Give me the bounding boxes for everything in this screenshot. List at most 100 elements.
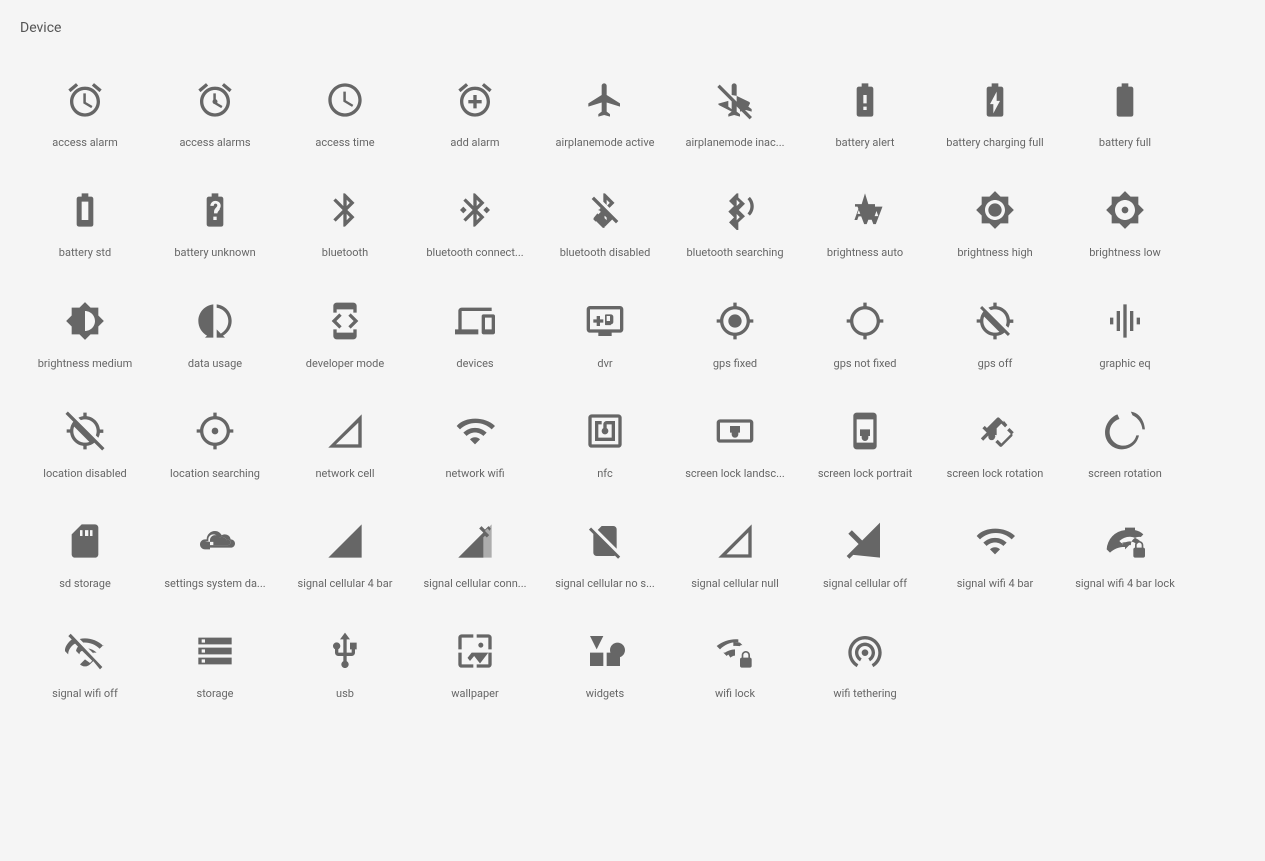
- icon-item-bluetooth-searching: bluetooth searching: [670, 166, 800, 276]
- screen-rotation-icon: [1101, 407, 1149, 455]
- storage-label: storage: [197, 687, 234, 701]
- screen-lock-landscape-label: screen lock landsc...: [685, 467, 785, 481]
- network-cell-label: network cell: [315, 467, 374, 481]
- icon-item-gps-not-fixed: gps not fixed: [800, 277, 930, 387]
- icon-item-brightness-medium: brightness medium: [20, 277, 150, 387]
- access-alarm-icon: [61, 76, 109, 124]
- icon-item-screen-lock-portrait: screen lock portrait: [800, 387, 930, 497]
- icon-item-bluetooth: bluetooth: [280, 166, 410, 276]
- wallpaper-icon: [451, 627, 499, 675]
- icon-item-signal-cellular-4bar: signal cellular 4 bar: [280, 497, 410, 607]
- wifi-lock-label: wifi lock: [715, 687, 755, 701]
- sd-storage-icon: [61, 517, 109, 565]
- add-alarm-label: add alarm: [450, 136, 499, 150]
- bluetooth-label: bluetooth: [322, 246, 368, 260]
- brightness-high-label: brightness high: [957, 246, 1032, 260]
- bluetooth-disabled-label: bluetooth disabled: [560, 246, 651, 260]
- data-usage-icon: [191, 297, 239, 345]
- bluetooth-icon: [321, 186, 369, 234]
- bluetooth-disabled-icon: [581, 186, 629, 234]
- location-searching-icon: [191, 407, 239, 455]
- access-time-icon: [321, 76, 369, 124]
- signal-cellular-connected-icon: [451, 517, 499, 565]
- icon-item-usb: usb: [280, 607, 410, 717]
- icon-item-widgets: widgets: [540, 607, 670, 717]
- icon-item-access-alarms: access alarms: [150, 56, 280, 166]
- brightness-medium-icon: [61, 297, 109, 345]
- battery-charging-full-label: battery charging full: [946, 136, 1043, 150]
- icon-item-wifi-tethering: wifi tethering: [800, 607, 930, 717]
- airplanemode-active-label: airplanemode active: [556, 136, 655, 150]
- wifi-tethering-icon: [841, 627, 889, 675]
- developer-mode-label: developer mode: [306, 357, 384, 371]
- icon-item-location-searching: location searching: [150, 387, 280, 497]
- battery-std-label: battery std: [59, 246, 111, 260]
- airplanemode-inactive-icon: [711, 76, 759, 124]
- screen-lock-rotation-label: screen lock rotation: [947, 467, 1044, 481]
- icon-item-nfc: nfc: [540, 387, 670, 497]
- signal-wifi-4bar-icon: [971, 517, 1019, 565]
- icon-item-signal-cellular-off: signal cellular off: [800, 497, 930, 607]
- icon-item-location-disabled: location disabled: [20, 387, 150, 497]
- gps-not-fixed-label: gps not fixed: [834, 357, 897, 371]
- icon-item-battery-full: battery full: [1060, 56, 1190, 166]
- network-wifi-label: network wifi: [445, 467, 504, 481]
- icon-item-screen-lock-rotation: screen lock rotation: [930, 387, 1060, 497]
- screen-lock-portrait-icon: [841, 407, 889, 455]
- network-cell-icon: [321, 407, 369, 455]
- settings-system-daydream-icon: [191, 517, 239, 565]
- icon-item-screen-rotation: screen rotation: [1060, 387, 1190, 497]
- access-alarms-icon: [191, 76, 239, 124]
- devices-label: devices: [456, 357, 493, 371]
- wallpaper-label: wallpaper: [451, 687, 499, 701]
- signal-cellular-null-label: signal cellular null: [691, 577, 779, 591]
- battery-alert-label: battery alert: [835, 136, 894, 150]
- access-alarms-label: access alarms: [179, 136, 250, 150]
- icon-item-airplanemode-active: airplanemode active: [540, 56, 670, 166]
- signal-cellular-no-sim-label: signal cellular no s...: [555, 577, 655, 591]
- signal-cellular-null-icon: [711, 517, 759, 565]
- airplanemode-inactive-label: airplanemode inac...: [685, 136, 784, 150]
- icon-item-signal-cellular-connected: signal cellular conn...: [410, 497, 540, 607]
- location-searching-label: location searching: [170, 467, 260, 481]
- icon-grid: access alarm access alarms access time a…: [20, 56, 1245, 718]
- bluetooth-searching-label: bluetooth searching: [686, 246, 783, 260]
- location-disabled-label: location disabled: [43, 467, 126, 481]
- brightness-auto-label: brightness auto: [827, 246, 903, 260]
- signal-wifi-4bar-lock-icon: [1101, 517, 1149, 565]
- icon-item-signal-wifi-off: signal wifi off: [20, 607, 150, 717]
- screen-lock-landscape-icon: [711, 407, 759, 455]
- data-usage-label: data usage: [188, 357, 242, 371]
- signal-wifi-off-icon: [61, 627, 109, 675]
- nfc-label: nfc: [597, 467, 613, 481]
- airplanemode-active-icon: [581, 76, 629, 124]
- signal-wifi-4bar-label: signal wifi 4 bar: [957, 577, 1034, 591]
- icon-item-graphic-eq: graphic eq: [1060, 277, 1190, 387]
- icon-item-airplanemode-inactive: airplanemode inac...: [670, 56, 800, 166]
- icon-item-battery-charging-full: battery charging full: [930, 56, 1060, 166]
- icon-item-settings-system-daydream: settings system da...: [150, 497, 280, 607]
- brightness-high-icon: [971, 186, 1019, 234]
- wifi-lock-icon: [711, 627, 759, 675]
- icon-item-data-usage: data usage: [150, 277, 280, 387]
- icon-item-screen-lock-landscape: screen lock landsc...: [670, 387, 800, 497]
- widgets-icon: [581, 627, 629, 675]
- brightness-low-icon: [1101, 186, 1149, 234]
- storage-icon: [191, 627, 239, 675]
- battery-alert-icon: [841, 76, 889, 124]
- icon-item-signal-cellular-null: signal cellular null: [670, 497, 800, 607]
- location-disabled-icon: [61, 407, 109, 455]
- graphic-eq-icon: [1101, 297, 1149, 345]
- battery-full-label: battery full: [1099, 136, 1151, 150]
- icon-item-add-alarm: add alarm: [410, 56, 540, 166]
- icon-item-battery-unknown: battery unknown: [150, 166, 280, 276]
- icon-item-developer-mode: developer mode: [280, 277, 410, 387]
- screen-lock-rotation-icon: [971, 407, 1019, 455]
- icon-item-network-cell: network cell: [280, 387, 410, 497]
- icon-item-gps-fixed: gps fixed: [670, 277, 800, 387]
- gps-off-icon: [971, 297, 1019, 345]
- signal-cellular-off-label: signal cellular off: [823, 577, 907, 591]
- icon-item-signal-wifi-4bar-lock: signal wifi 4 bar lock: [1060, 497, 1190, 607]
- icon-item-sd-storage: sd storage: [20, 497, 150, 607]
- signal-cellular-off-icon: [841, 517, 889, 565]
